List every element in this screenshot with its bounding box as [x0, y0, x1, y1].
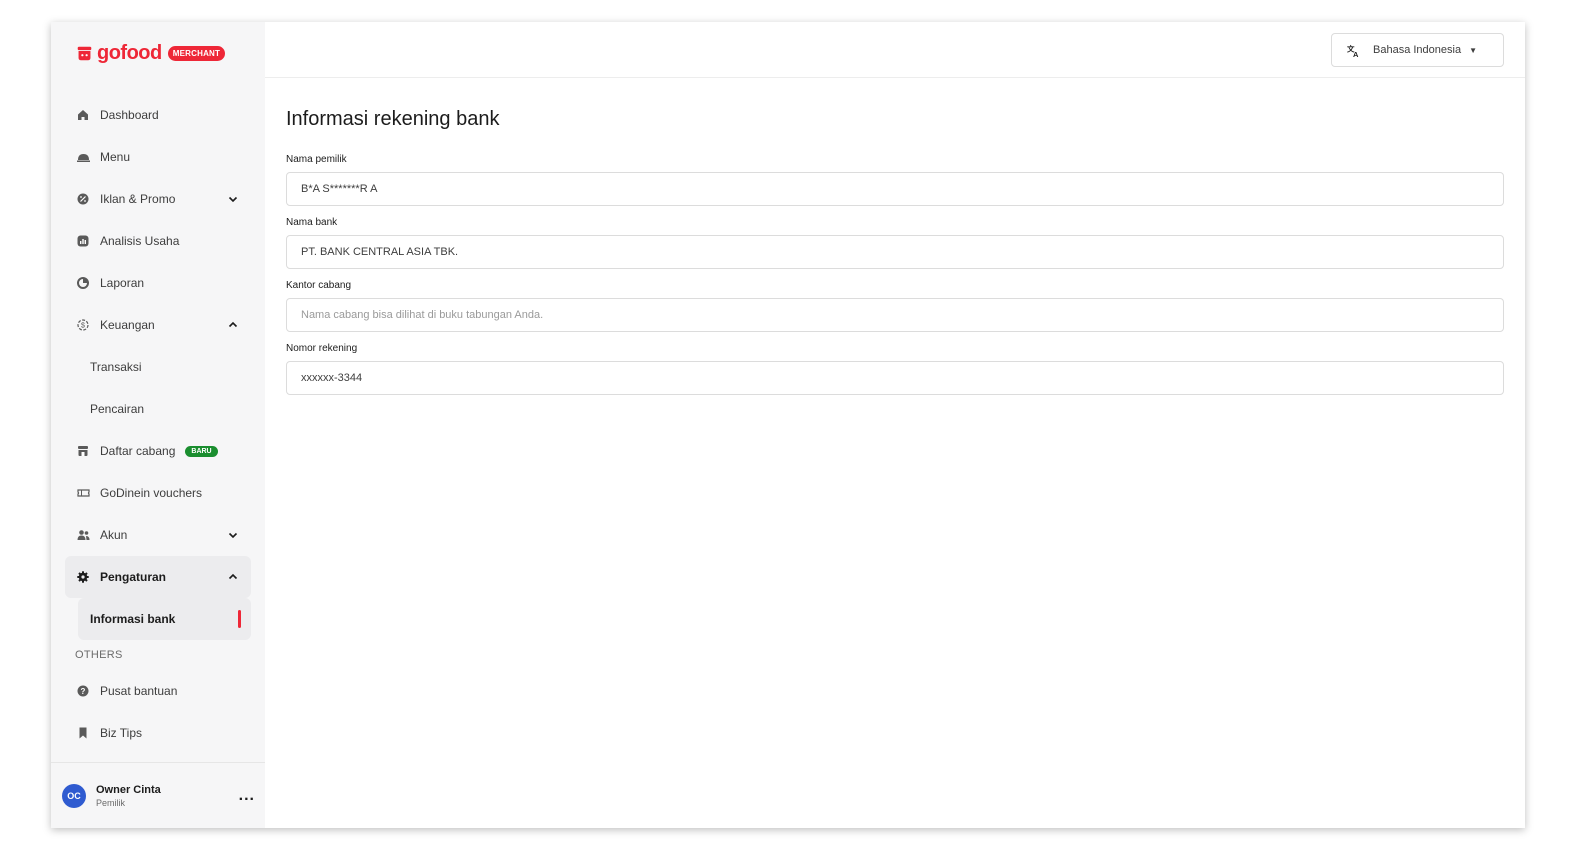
- field-label: Kantor cabang: [286, 280, 352, 291]
- cloche-icon: [76, 150, 90, 164]
- sidebar-item-label: Informasi bank: [90, 612, 176, 626]
- owner-name-input[interactable]: [286, 172, 1504, 206]
- account-number-input[interactable]: [286, 361, 1504, 395]
- sidebar-item-pusat-bantuan[interactable]: ? Pusat bantuan: [65, 670, 251, 712]
- others-section-title: OTHERS: [75, 649, 123, 661]
- sidebar-item-informasi-bank[interactable]: Informasi bank: [78, 598, 251, 640]
- field-nama-bank: Nama bank: [286, 217, 1504, 269]
- field-label: Nomor rekening: [286, 343, 358, 354]
- avatar: OC: [62, 783, 86, 808]
- user-profile[interactable]: OC Owner Cinta Pemilik ...: [51, 762, 265, 828]
- merchant-badge: MERCHANT: [167, 45, 226, 61]
- field-kantor-cabang: Kantor cabang: [286, 280, 1504, 332]
- sidebar-item-transaksi[interactable]: Transaksi: [65, 346, 251, 388]
- home-icon: [76, 108, 90, 122]
- sidebar-item-label: Menu: [100, 150, 131, 164]
- sidebar-item-godinein-vouchers[interactable]: GoDinein vouchers: [65, 472, 251, 514]
- page-title: Informasi rekening bank: [286, 108, 500, 130]
- sidebar-item-laporan[interactable]: Laporan: [65, 262, 251, 304]
- sidebar-item-iklan-promo[interactable]: Iklan & Promo: [65, 178, 251, 220]
- field-label: Nama bank: [286, 217, 338, 228]
- sidebar-item-label: Akun: [100, 528, 128, 542]
- bookmark-icon: [76, 726, 90, 740]
- users-icon: [76, 528, 90, 542]
- active-indicator: [238, 610, 241, 628]
- more-options-icon[interactable]: ...: [239, 787, 255, 805]
- field-label: Nama pemilik: [286, 154, 347, 165]
- finance-icon: $: [76, 318, 90, 332]
- bank-info-form: Informasi rekening bank Nama pemilik Nam…: [265, 78, 1525, 395]
- sidebar-nav: Dashboard Menu Iklan & Promo Analisis Us…: [51, 84, 265, 762]
- sidebar-item-label: Analisis Usaha: [100, 234, 180, 248]
- sidebar-item-label: Iklan & Promo: [100, 192, 176, 206]
- sidebar-item-analisis-usaha[interactable]: Analisis Usaha: [65, 220, 251, 262]
- translate-icon: 文 A: [1347, 43, 1359, 58]
- field-nama-pemilik: Nama pemilik: [286, 154, 1504, 206]
- brand-name: gofood: [97, 41, 162, 64]
- sidebar-item-label: Laporan: [100, 276, 145, 290]
- sidebar-item-daftar-cabang[interactable]: Daftar cabang BARU: [65, 430, 251, 472]
- sidebar-item-label: Dashboard: [100, 108, 159, 122]
- sidebar-item-label: Keuangan: [100, 318, 155, 332]
- gofood-merchant-logo[interactable]: gofood MERCHANT: [51, 22, 265, 84]
- sidebar-item-biz-tips[interactable]: Biz Tips: [65, 712, 251, 754]
- chevron-down-icon[interactable]: [227, 529, 239, 541]
- user-name: Owner Cinta: [96, 783, 161, 796]
- sidebar: gofood MERCHANT Dashboard Menu Iklan & P…: [51, 22, 265, 828]
- sidebar-item-label: Pusat bantuan: [100, 684, 178, 698]
- user-role: Pemilik: [96, 797, 126, 808]
- caret-down-icon: ▼: [1469, 45, 1477, 55]
- bank-name-input[interactable]: [286, 235, 1504, 269]
- sidebar-item-label: Biz Tips: [100, 726, 143, 740]
- chevron-up-icon[interactable]: [227, 571, 239, 583]
- sidebar-item-keuangan[interactable]: $ Keuangan: [65, 304, 251, 346]
- sidebar-item-label: Daftar cabang: [100, 444, 176, 458]
- sidebar-item-pengaturan[interactable]: Pengaturan: [65, 556, 251, 598]
- sidebar-item-label: Pengaturan: [100, 570, 167, 584]
- app-window: gofood MERCHANT Dashboard Menu Iklan & P…: [51, 22, 1525, 828]
- top-bar: 文 A Bahasa Indonesia ▼: [265, 22, 1525, 78]
- sidebar-item-dashboard[interactable]: Dashboard: [65, 94, 251, 136]
- promo-icon: [76, 192, 90, 206]
- user-info: Owner Cinta Pemilik: [96, 784, 239, 808]
- store-icon: [76, 444, 90, 458]
- voucher-icon: [76, 486, 90, 500]
- svg-text:A: A: [1353, 50, 1359, 58]
- chevron-up-icon[interactable]: [227, 319, 239, 331]
- sidebar-item-menu[interactable]: Menu: [65, 136, 251, 178]
- report-icon: [76, 276, 90, 290]
- chevron-down-icon[interactable]: [227, 193, 239, 205]
- branch-office-input[interactable]: [286, 298, 1504, 332]
- svg-text:$: $: [81, 323, 85, 330]
- sidebar-item-pencairan[interactable]: Pencairan: [65, 388, 251, 430]
- analytics-icon: [76, 234, 90, 248]
- help-icon: ?: [76, 684, 90, 698]
- svg-text:?: ?: [81, 687, 86, 696]
- gofood-bag-icon: [77, 46, 92, 60]
- language-selector[interactable]: 文 A Bahasa Indonesia ▼: [1331, 33, 1504, 67]
- gear-icon: [76, 570, 90, 584]
- language-label: Bahasa Indonesia: [1373, 44, 1462, 56]
- new-badge: BARU: [185, 445, 218, 457]
- sidebar-item-label: GoDinein vouchers: [100, 486, 203, 500]
- sidebar-item-akun[interactable]: Akun: [65, 514, 251, 556]
- main-content: 文 A Bahasa Indonesia ▼ Informasi rekenin…: [265, 22, 1525, 828]
- field-nomor-rekening: Nomor rekening: [286, 343, 1504, 395]
